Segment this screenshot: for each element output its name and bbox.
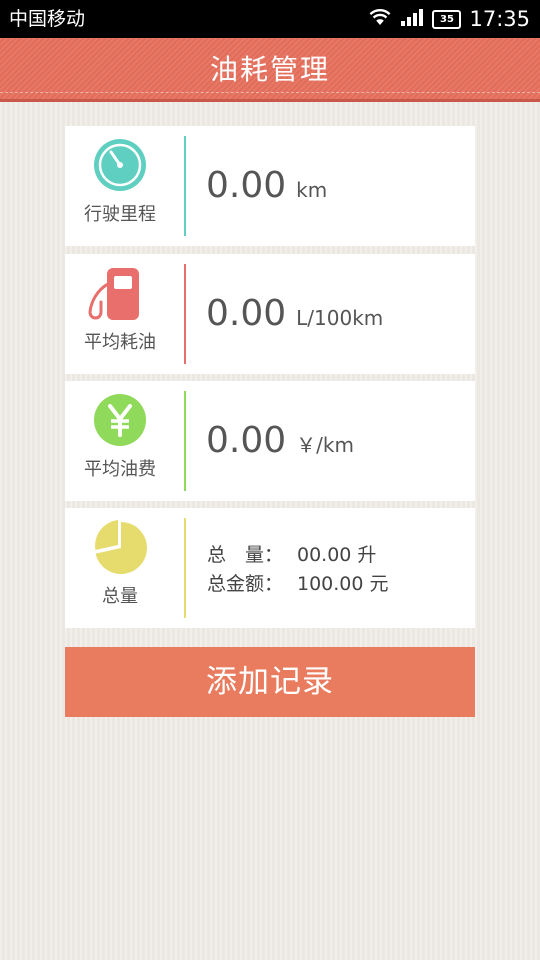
total-money-label: 总金额： bbox=[207, 573, 284, 595]
header-stitch-divider bbox=[0, 92, 540, 93]
totals-icon-area: 总量 bbox=[65, 508, 185, 628]
total-money-line: 总金额： 100.00 元 bbox=[207, 572, 389, 596]
mileage-divider bbox=[184, 136, 186, 236]
fuel-cost-unit: ￥/km bbox=[296, 433, 354, 457]
totals-divider bbox=[184, 518, 186, 618]
fuel-consumption-divider bbox=[184, 264, 186, 364]
wifi-icon bbox=[368, 8, 392, 30]
fuel-cost-value-row: 0.00 ￥/km bbox=[206, 419, 354, 463]
fuel-consumption-card[interactable]: 平均耗油 0.00 L/100km bbox=[65, 254, 475, 374]
signal-icon bbox=[400, 8, 424, 30]
mileage-value-row: 0.00 km bbox=[206, 164, 327, 208]
mileage-card[interactable]: 行驶里程 0.00 km bbox=[65, 126, 475, 246]
mileage-icon-area: 行驶里程 bbox=[65, 126, 185, 246]
fuel-cost-card[interactable]: 平均油费 0.00 ￥/km bbox=[65, 381, 475, 501]
yen-coin-icon bbox=[93, 393, 147, 451]
speedometer-icon bbox=[93, 138, 147, 196]
fuel-icon-area: 平均耗油 bbox=[65, 254, 185, 374]
total-amount-value: 00.00 升 bbox=[297, 544, 377, 566]
battery-icon: 35 bbox=[432, 9, 462, 29]
app-header: 油耗管理 bbox=[0, 38, 540, 102]
mileage-unit: km bbox=[296, 178, 328, 202]
total-amount-line: 总 量： 00.00 升 bbox=[207, 543, 376, 567]
pie-chart-icon bbox=[93, 520, 149, 580]
fuel-cost-icon-area: 平均油费 bbox=[65, 381, 185, 501]
status-icons: 35 17:35 bbox=[368, 6, 530, 32]
total-amount-label: 总 量： bbox=[207, 544, 284, 566]
fuel-cost-divider bbox=[184, 391, 186, 491]
mileage-label: 行驶里程 bbox=[84, 204, 156, 225]
status-bar: 中国移动 35 17:35 bbox=[0, 0, 540, 38]
fuel-consumption-value-row: 0.00 L/100km bbox=[206, 292, 383, 336]
totals-label: 总量 bbox=[102, 586, 138, 607]
carrier-name: 中国移动 bbox=[9, 8, 86, 30]
fuel-cost-label: 平均油费 bbox=[84, 459, 156, 480]
page-title: 油耗管理 bbox=[209, 53, 330, 86]
mileage-value: 0.00 bbox=[206, 165, 287, 206]
fuel-cost-value: 0.00 bbox=[206, 420, 287, 461]
total-money-value: 100.00 元 bbox=[297, 573, 389, 595]
fuel-consumption-label: 平均耗油 bbox=[84, 332, 156, 353]
fuel-consumption-unit: L/100km bbox=[296, 306, 384, 330]
totals-card[interactable]: 总量 总 量： 00.00 升 总金额： 100.00 元 bbox=[65, 508, 475, 628]
fuel-consumption-value: 0.00 bbox=[206, 293, 287, 334]
fuel-pump-icon bbox=[87, 264, 147, 328]
add-record-button[interactable]: 添加记录 bbox=[65, 647, 475, 717]
status-time: 17:35 bbox=[469, 7, 530, 31]
